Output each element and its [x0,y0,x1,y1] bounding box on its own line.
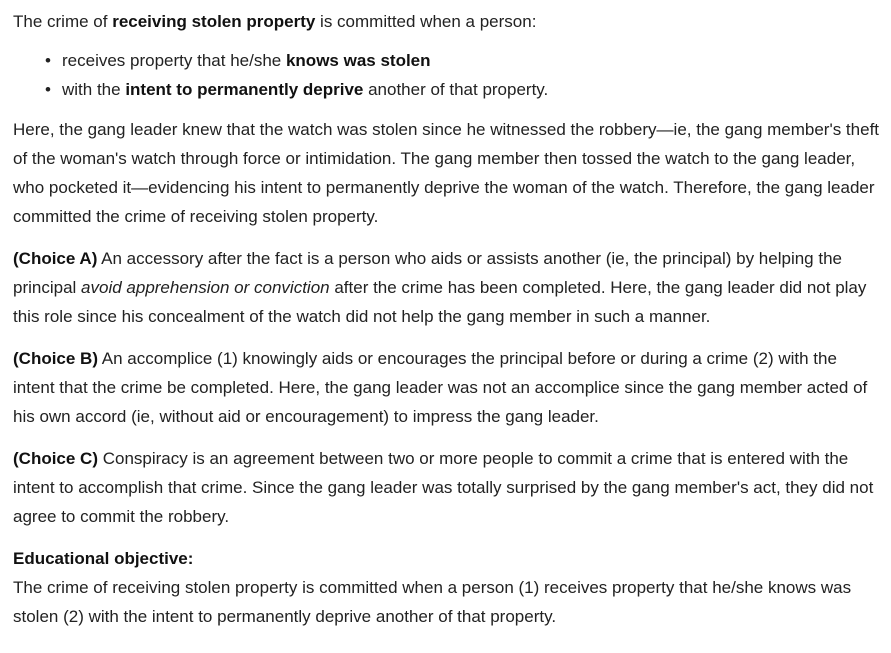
bullet-icon: • [45,80,51,99]
intro-text-post: is committed when a person: [315,12,537,31]
choice-a-italic-text: avoid apprehension or conviction [81,278,330,297]
objective-text: The crime of receiving stolen property i… [13,578,852,626]
list-item: • with the intent to permanently deprive … [45,75,882,104]
choice-c-label: (Choice C) [13,449,98,468]
objective-title: Educational objective: [13,549,194,568]
choice-c-text: Conspiracy is an agreement between two o… [13,449,874,526]
choice-c-paragraph: (Choice C) Conspiracy is an agreement be… [13,444,882,531]
list-item: • receives property that he/she knows was… [45,46,882,75]
bullet-text-pre: with the [62,80,126,99]
bullet-bold-text: knows was stolen [285,51,431,70]
explanation-paragraph: Here, the gang leader knew that the watc… [13,120,880,226]
bullet-text-post: another of that property. [363,80,549,99]
choice-a-paragraph: (Choice A) An accessory after the fact i… [13,244,882,331]
bullet-icon: • [45,51,51,70]
choice-b-label: (Choice B) [13,349,98,368]
educational-objective: Educational objective: The crime of rece… [13,544,882,631]
explanation-content: The crime of receiving stolen property i… [0,0,891,631]
bullet-text-pre: receives property that he/she [62,51,286,70]
intro-paragraph: The crime of receiving stolen property i… [13,7,882,36]
choice-b-text: An accomplice (1) knowingly aids or enco… [13,349,868,426]
choice-b-paragraph: (Choice B) An accomplice (1) knowingly a… [13,344,882,431]
bullet-bold-text: intent to permanently deprive [125,80,364,99]
elements-list: • receives property that he/she knows was… [13,46,882,104]
choice-a-label: (Choice A) [13,249,98,268]
intro-text-pre: The crime of [13,12,113,31]
intro-bold-term: receiving stolen property [112,12,316,31]
